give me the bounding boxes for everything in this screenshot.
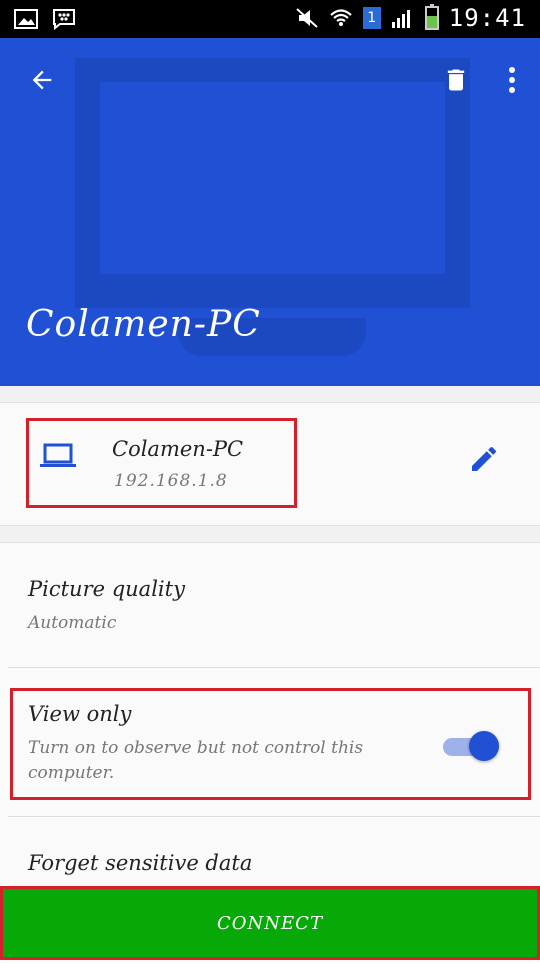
back-arrow-icon [32,70,52,90]
sim-badge: 1 [362,7,381,29]
more-options-button[interactable] [490,58,534,102]
forget-sensitive-data-title: Forget sensitive data [28,851,253,875]
mute-icon [296,8,318,28]
status-bar: 1 19:41 [0,0,540,38]
connect-label: CONNECT [217,912,323,934]
back-button[interactable] [20,58,64,102]
view-only-highlight-box [10,688,531,800]
monitor-screen [100,82,445,274]
connect-button[interactable]: CONNECT [0,886,540,960]
delete-button[interactable] [434,58,478,102]
picture-quality-value: Automatic [28,613,117,633]
edit-pencil-icon [472,447,496,471]
device-header: Colamen-PC [0,38,540,386]
battery-icon [424,4,439,30]
edit-device-button[interactable] [462,437,506,481]
picture-quality-title: Picture quality [28,577,185,601]
gallery-icon [14,9,38,29]
header-title: Colamen-PC [26,304,261,345]
signal-icon [391,10,410,28]
delete-icon [447,69,465,91]
device-highlight-box [26,418,297,508]
picture-quality-setting[interactable]: Picture quality Automatic [0,543,540,667]
status-time: 19:41 [448,4,526,32]
wifi-icon [330,9,352,26]
bbm-icon [53,9,75,30]
more-vert-icon [509,67,515,93]
